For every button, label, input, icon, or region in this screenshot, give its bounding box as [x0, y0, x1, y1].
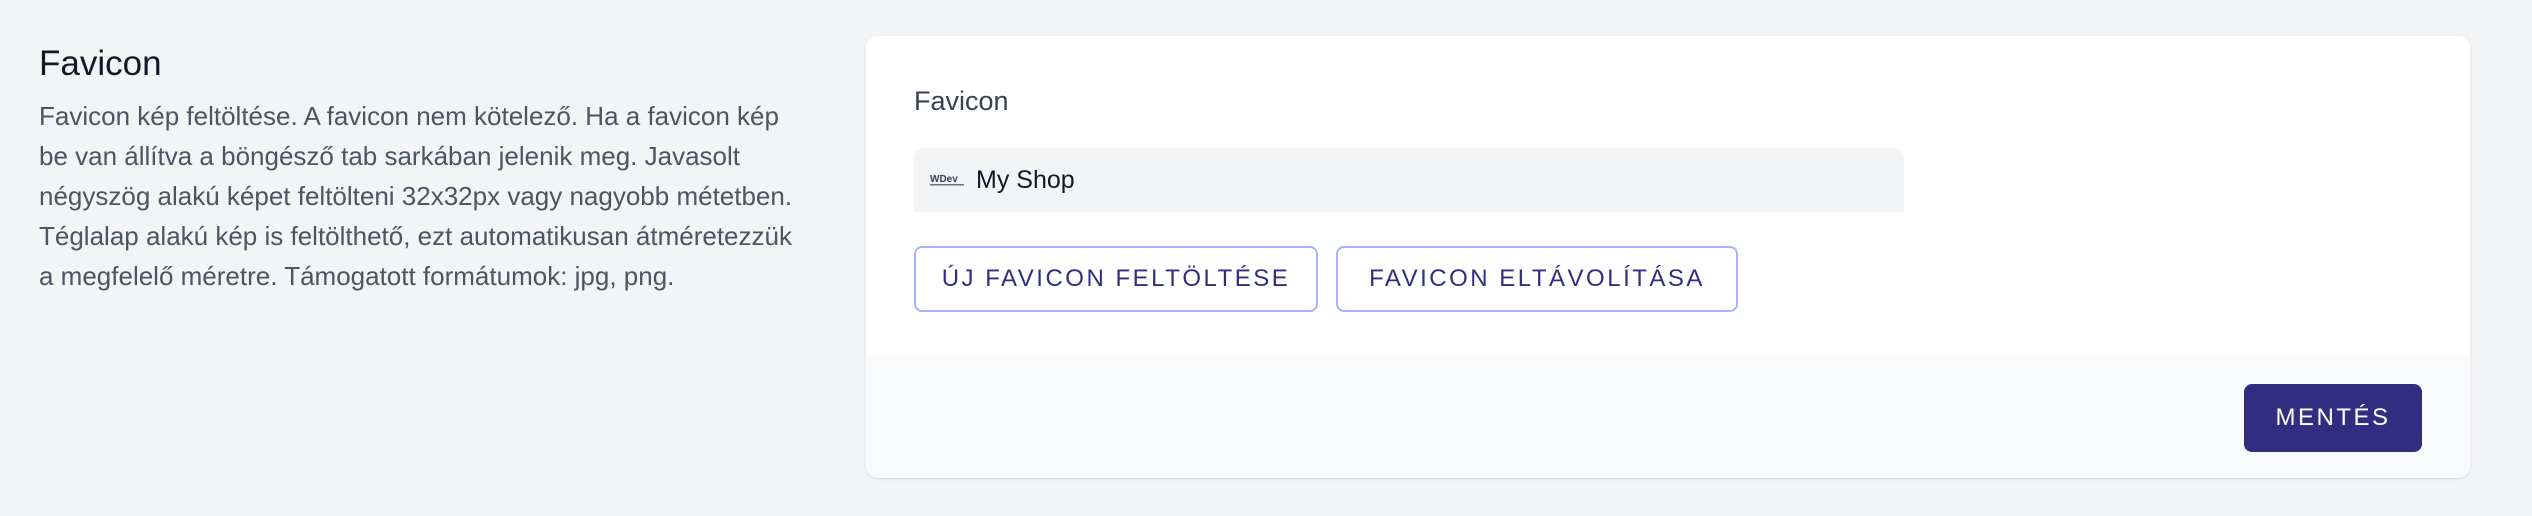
favicon-field-label: Favicon — [914, 86, 1009, 116]
section-description: Favicon kép feltöltése. A favicon nem kö… — [39, 101, 793, 291]
favicon-preview-title: My Shop — [976, 165, 1075, 194]
remove-favicon-button[interactable]: FAVICON ELTÁVOLÍTÁSA — [1336, 246, 1738, 312]
page: Favicon Favicon kép feltöltése. A favico… — [0, 0, 2532, 516]
favicon-preview-tab: WDev My Shop — [914, 148, 1904, 212]
section-title: Favicon — [39, 44, 162, 83]
section-info: Favicon Favicon kép feltöltése. A favico… — [39, 40, 809, 296]
svg-text:WDev: WDev — [930, 174, 958, 185]
wdev-logo-icon: WDev — [930, 171, 964, 189]
card-footer: MENTÉS — [866, 356, 2470, 478]
upload-favicon-button[interactable]: ÚJ FAVICON FELTÖLTÉSE — [914, 246, 1318, 312]
favicon-card: Favicon WDev My Shop ÚJ FAVICON FELTÖLTÉ… — [866, 36, 2470, 478]
save-button[interactable]: MENTÉS — [2244, 384, 2422, 452]
card-body: Favicon WDev My Shop ÚJ FAVICON FELTÖLTÉ… — [866, 36, 2470, 356]
